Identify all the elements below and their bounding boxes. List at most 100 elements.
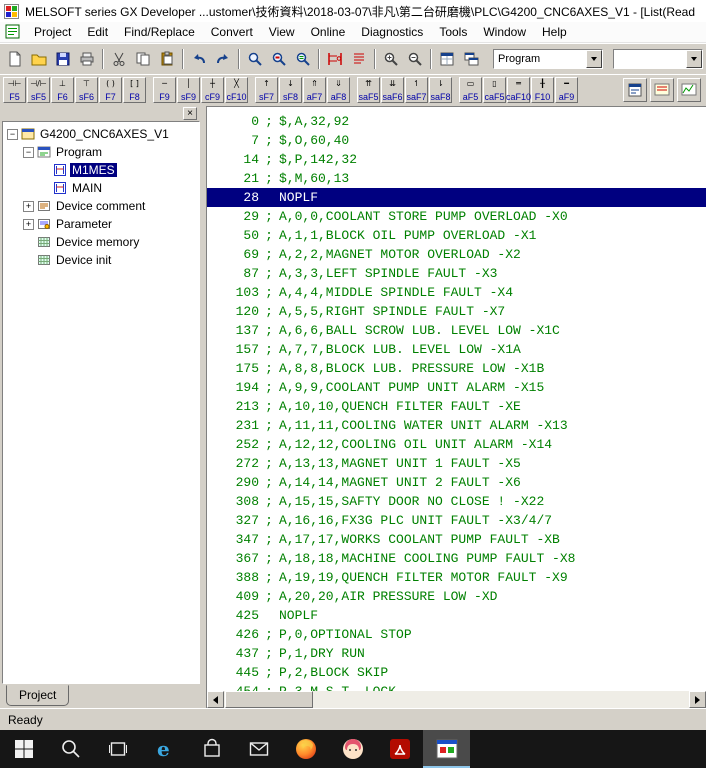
edge-taskbar-button[interactable]: e: [141, 730, 188, 768]
cascade-windows-button[interactable]: [459, 47, 483, 71]
fkey-f8-button[interactable]: [ ]F8: [123, 77, 146, 103]
list-row[interactable]: 388;A,19,19,QUENCH FILTER MOTOR FAULT -X…: [207, 568, 706, 587]
open-button[interactable]: [27, 47, 51, 71]
zoom-out-button[interactable]: [403, 47, 427, 71]
fkey-caf10-button[interactable]: ═caF10: [507, 77, 530, 103]
tree-item-device-memory[interactable]: Device memory: [3, 233, 199, 251]
store-taskbar-button[interactable]: [188, 730, 235, 768]
find-device-button[interactable]: [267, 47, 291, 71]
list-row[interactable]: 194;A,9,9,COOLANT PUMP UNIT ALARM -X15: [207, 378, 706, 397]
list-row[interactable]: 409;A,20,20,AIR PRESSURE LOW -XD: [207, 587, 706, 606]
list-row[interactable]: 14;$,P,142,32: [207, 150, 706, 169]
fkey-af8-button[interactable]: ⇓aF8: [327, 77, 350, 103]
project-data-list-button[interactable]: [435, 47, 459, 71]
task-view-taskbar-button[interactable]: [94, 730, 141, 768]
list-row[interactable]: 290;A,14,14,MAGNET UNIT 2 FAULT -X6: [207, 473, 706, 492]
program-monitor-button[interactable]: [623, 78, 647, 102]
mail-taskbar-button[interactable]: [235, 730, 282, 768]
undo-button[interactable]: [187, 47, 211, 71]
menu-edit[interactable]: Edit: [79, 22, 116, 42]
trace-button[interactable]: [677, 78, 701, 102]
list-row[interactable]: 103;A,4,4,MIDDLE SPINDLE FAULT -X4: [207, 283, 706, 302]
fkey-af5-button[interactable]: ▭aF5: [459, 77, 482, 103]
find-instruction-button[interactable]: [291, 47, 315, 71]
panel-close-button[interactable]: ×: [183, 107, 197, 120]
list-row[interactable]: 272;A,13,13,MAGNET UNIT 1 FAULT -X5: [207, 454, 706, 473]
list-row[interactable]: 425NOPLF: [207, 606, 706, 625]
new-button[interactable]: [3, 47, 27, 71]
list-row[interactable]: 367;A,18,18,MACHINE COOLING PUMP FAULT -…: [207, 549, 706, 568]
list-row[interactable]: 445;P,2,BLOCK SKIP: [207, 663, 706, 682]
list-row[interactable]: 213;A,10,10,QUENCH FILTER FAULT -XE: [207, 397, 706, 416]
list-row[interactable]: 50;A,1,1,BLOCK OIL PUMP OVERLOAD -X1: [207, 226, 706, 245]
ladder-view-button[interactable]: [323, 47, 347, 71]
print-button[interactable]: [75, 47, 99, 71]
menu-help[interactable]: Help: [534, 22, 575, 42]
list-row[interactable]: 252;A,12,12,COOLING OIL UNIT ALARM -X14: [207, 435, 706, 454]
list-row[interactable]: 231;A,11,11,COOLING WATER UNIT ALARM -X1…: [207, 416, 706, 435]
collapse-icon[interactable]: −: [23, 147, 34, 158]
list-row[interactable]: 437;P,1,DRY RUN: [207, 644, 706, 663]
tree-item-device-comment[interactable]: +Device comment: [3, 197, 199, 215]
fkey-saf8-button[interactable]: ⇂saF8: [429, 77, 452, 103]
list-row[interactable]: 175;A,8,8,BLOCK LUB. PRESSURE LOW -X1B: [207, 359, 706, 378]
scroll-thumb[interactable]: [225, 691, 313, 708]
horizontal-scrollbar[interactable]: [207, 691, 706, 708]
tree-item-g4200-cnc6axes-v1[interactable]: −G4200_CNC6AXES_V1: [3, 125, 199, 143]
redo-button[interactable]: [211, 47, 235, 71]
fkey-sf9-button[interactable]: │sF9: [177, 77, 200, 103]
fkey-af7-button[interactable]: ⇑aF7: [303, 77, 326, 103]
fkey-saf7-button[interactable]: ↿saF7: [405, 77, 428, 103]
scroll-track[interactable]: [224, 691, 689, 708]
list-row[interactable]: 454;P,3,M.S.T. LOCK: [207, 682, 706, 691]
program-type-combo[interactable]: Program: [493, 49, 603, 69]
list-row[interactable]: 157;A,7,7,BLOCK LUB. LEVEL LOW -X1A: [207, 340, 706, 359]
fkey-af9-button[interactable]: ━aF9: [555, 77, 578, 103]
menu-online[interactable]: Online: [303, 22, 354, 42]
fkey-sf7-button[interactable]: ↑sF7: [255, 77, 278, 103]
list-row[interactable]: 28NOPLF: [207, 188, 706, 207]
paste-button[interactable]: [155, 47, 179, 71]
search-taskbar-button[interactable]: [47, 730, 94, 768]
tree-item-parameter[interactable]: +Parameter: [3, 215, 199, 233]
fkey-sf5-button[interactable]: ⊣/⊢sF5: [27, 77, 50, 103]
tree-item-program[interactable]: −Program: [3, 143, 199, 161]
expand-icon[interactable]: +: [23, 219, 34, 230]
menu-window[interactable]: Window: [475, 22, 534, 42]
fkey-f7-button[interactable]: ( )F7: [99, 77, 122, 103]
save-button[interactable]: [51, 47, 75, 71]
tree-item-main[interactable]: MAIN: [3, 179, 199, 197]
fkey-caf5-button[interactable]: ▯caF5: [483, 77, 506, 103]
fkey-sf8-button[interactable]: ↓sF8: [279, 77, 302, 103]
list-row[interactable]: 21;$,M,60,13: [207, 169, 706, 188]
list-row[interactable]: 327;A,16,16,FX3G PLC UNIT FAULT -X3/4/7: [207, 511, 706, 530]
list-row[interactable]: 120;A,5,5,RIGHT SPINDLE FAULT -X7: [207, 302, 706, 321]
scroll-left-button[interactable]: [207, 691, 224, 708]
find-contact-button[interactable]: [243, 47, 267, 71]
ladder-test-button[interactable]: [650, 78, 674, 102]
firefox-taskbar-button[interactable]: [282, 730, 329, 768]
menu-tools[interactable]: Tools: [431, 22, 475, 42]
menu-view[interactable]: View: [261, 22, 303, 42]
list-row[interactable]: 69;A,2,2,MAGNET MOTOR OVERLOAD -X2: [207, 245, 706, 264]
copy-button[interactable]: [131, 47, 155, 71]
fkey-cf9-button[interactable]: ┼cF9: [201, 77, 224, 103]
fkey-f10-button[interactable]: ╂F10: [531, 77, 554, 103]
expand-icon[interactable]: +: [23, 201, 34, 212]
menu-convert[interactable]: Convert: [203, 22, 261, 42]
collapse-icon[interactable]: −: [7, 129, 18, 140]
list-row[interactable]: 137;A,6,6,BALL SCROW LUB. LEVEL LOW -X1C: [207, 321, 706, 340]
fkey-f9-button[interactable]: ─F9: [153, 77, 176, 103]
gx-developer-taskbar-button[interactable]: [423, 730, 470, 768]
fkey-cf10-button[interactable]: ╳cF10: [225, 77, 248, 103]
secondary-combo[interactable]: [613, 49, 703, 69]
secondary-combo-dropdown-button[interactable]: [686, 50, 702, 68]
list-row[interactable]: 347;A,17,17,WORKS COOLANT PUMP FAULT -XB: [207, 530, 706, 549]
fkey-saf5-button[interactable]: ⇈saF5: [357, 77, 380, 103]
fkey-f6-button[interactable]: ⊥F6: [51, 77, 74, 103]
project-tab[interactable]: Project: [6, 685, 69, 706]
avatar-taskbar-button[interactable]: [329, 730, 376, 768]
tree-item-device-init[interactable]: Device init: [3, 251, 199, 269]
cut-button[interactable]: [107, 47, 131, 71]
scroll-right-button[interactable]: [689, 691, 706, 708]
